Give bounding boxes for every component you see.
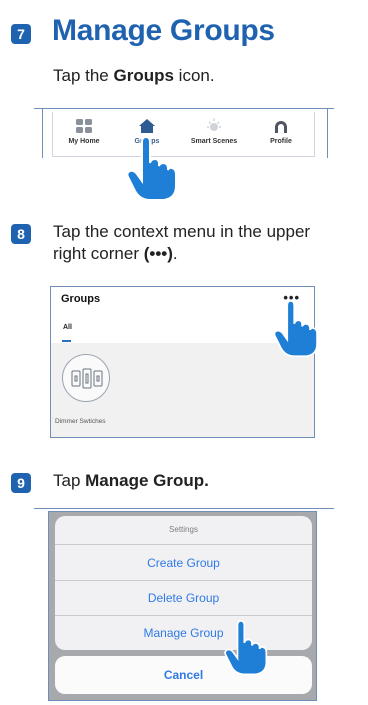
action-sheet-screen: Settings Create Group Delete Group Manag… [48,511,317,701]
step7-text-post: icon. [173,66,215,85]
dimmer-switch-icon [71,368,103,389]
step9-text-bold: Manage Group. [85,471,209,490]
group-card-label: Dimmer Swtiches [55,418,106,425]
cancel-button[interactable]: Cancel [55,656,312,694]
tab-label: My Home [68,138,100,145]
page-title: Manage Groups [52,14,275,47]
step8-instruction-line2: right corner (•••). [53,243,178,264]
panel1-left-rule [42,108,43,158]
panel1-right-rule [327,108,328,158]
step8-text-pre: right corner [53,244,144,263]
tab-label: Profile [270,138,292,145]
profile-icon [275,121,287,133]
tab-profile[interactable]: Profile [250,118,312,145]
step-number-8: 8 [11,224,31,244]
step8-text-bold: (•••) [143,244,173,263]
step7-text-pre: Tap the [53,66,114,85]
step9-text-pre: Tap [53,471,86,490]
step-number-7: 7 [11,24,31,44]
sun-icon [207,118,221,131]
house-icon [139,119,155,133]
tab-smart-scenes[interactable]: Smart Scenes [183,118,245,145]
grid-icon [76,119,92,133]
pointing-hand-icon [273,300,318,358]
step7-instruction: Tap the Groups icon. [53,65,215,86]
action-sheet: Settings Create Group Delete Group Manag… [55,516,312,650]
tab-all-underline [62,340,71,342]
step7-text-bold: Groups [113,66,174,85]
create-group-option[interactable]: Create Group [55,544,312,580]
pointing-hand-icon [126,136,177,201]
tab-my-home[interactable]: My Home [53,118,115,145]
tab-all[interactable]: All [63,324,72,331]
panel3-top-rule [34,508,334,509]
step-number-9: 9 [11,473,31,493]
step8-text-post: . [172,244,178,263]
manage-group-option[interactable]: Manage Group [55,615,312,650]
pointing-hand-icon [224,620,268,676]
step8-instruction-line1: Tap the context menu in the upper [53,222,311,241]
tab-label: Smart Scenes [190,138,238,145]
action-sheet-header: Settings [169,525,198,534]
delete-group-option[interactable]: Delete Group [55,580,312,615]
step9-instruction: Tap Manage Group. [53,470,209,491]
panel1-top-rule [34,108,334,109]
group-card-icon[interactable] [62,354,110,402]
groups-title: Groups [61,293,101,305]
tab-bar: My Home Groups Smart Scenes Profile [52,112,315,157]
